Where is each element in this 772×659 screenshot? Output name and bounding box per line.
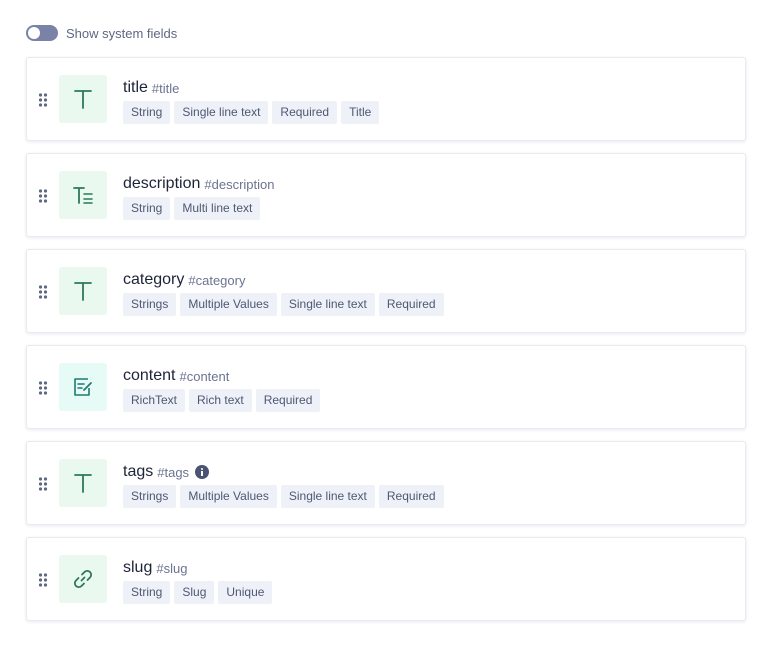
badge-row: RichText Rich text Required: [123, 389, 735, 412]
field-badge: Required: [272, 101, 338, 124]
field-name: category: [123, 271, 185, 288]
field-badge: Required: [378, 293, 444, 316]
field-badge: Required: [378, 485, 444, 508]
field-badge: Strings: [123, 485, 177, 508]
field-card-tags[interactable]: tags #tags Strings Multiple Values Singl…: [26, 441, 746, 525]
drag-handle-icon[interactable]: [38, 284, 48, 300]
field-badge: String: [123, 197, 171, 220]
field-card-description[interactable]: description #description String Multi li…: [26, 153, 746, 237]
drag-handle-icon[interactable]: [38, 188, 48, 204]
field-api-id: #tags: [157, 464, 190, 480]
field-name: slug: [123, 559, 153, 576]
badge-row: String Slug Unique: [123, 581, 735, 604]
field-card-title[interactable]: title #title String Single line text Req…: [26, 57, 746, 141]
field-badge: Multi line text: [174, 197, 261, 220]
drag-handle-icon[interactable]: [38, 92, 48, 108]
badge-row: String Single line text Required Title: [123, 101, 735, 124]
field-badge: Single line text: [174, 101, 269, 124]
field-badge: Rich text: [189, 389, 252, 412]
field-badge: RichText: [123, 389, 186, 412]
toggle-knob: [28, 27, 40, 39]
badge-row: Strings Multiple Values Single line text…: [123, 485, 735, 508]
drag-handle-icon[interactable]: [38, 572, 48, 588]
show-system-fields-label: Show system fields: [66, 25, 178, 41]
field-info: title #title String Single line text Req…: [123, 77, 735, 124]
field-list: title #title String Single line text Req…: [26, 57, 746, 633]
badge-row: String Multi line text: [123, 197, 735, 220]
text-icon: [59, 459, 107, 507]
field-info: content #content RichText Rich text Requ…: [123, 365, 735, 412]
field-card-category[interactable]: category #category Strings Multiple Valu…: [26, 249, 746, 333]
field-api-id: #title: [151, 80, 180, 96]
field-name: description: [123, 175, 201, 192]
drag-handle-icon[interactable]: [38, 380, 48, 396]
field-api-id: #content: [179, 368, 230, 384]
field-api-id: #category: [188, 272, 246, 288]
field-badge: String: [123, 101, 171, 124]
field-api-id: #description: [204, 176, 275, 192]
field-name: title: [123, 79, 148, 96]
field-badge: Strings: [123, 293, 177, 316]
field-name: tags: [123, 463, 154, 480]
show-system-fields-toggle[interactable]: [26, 25, 58, 41]
field-name: content: [123, 367, 176, 384]
field-badge: Required: [255, 389, 321, 412]
field-badge: Multiple Values: [180, 485, 277, 508]
field-badge: Title: [341, 101, 380, 124]
multiline-text-icon: [59, 171, 107, 219]
field-badge: Slug: [174, 581, 215, 604]
field-badge: Single line text: [280, 293, 375, 316]
text-icon: [59, 75, 107, 123]
field-card-slug[interactable]: slug #slug String Slug Unique: [26, 537, 746, 621]
field-badge: String: [123, 581, 171, 604]
field-info: category #category Strings Multiple Valu…: [123, 269, 735, 316]
field-info: description #description String Multi li…: [123, 173, 735, 220]
link-icon: [59, 555, 107, 603]
info-icon[interactable]: [195, 465, 210, 479]
show-system-fields-toggle-row[interactable]: Show system fields: [26, 24, 177, 42]
badge-row: Strings Multiple Values Single line text…: [123, 293, 735, 316]
text-icon: [59, 267, 107, 315]
field-badge: Multiple Values: [180, 293, 277, 316]
rich-text-icon: [59, 363, 107, 411]
field-card-content[interactable]: content #content RichText Rich text Requ…: [26, 345, 746, 429]
drag-handle-icon[interactable]: [38, 476, 48, 492]
field-badge: Single line text: [280, 485, 375, 508]
field-info: tags #tags Strings Multiple Values Singl…: [123, 461, 735, 508]
field-info: slug #slug String Slug Unique: [123, 557, 735, 604]
field-api-id: #slug: [156, 560, 188, 576]
field-badge: Unique: [218, 581, 273, 604]
